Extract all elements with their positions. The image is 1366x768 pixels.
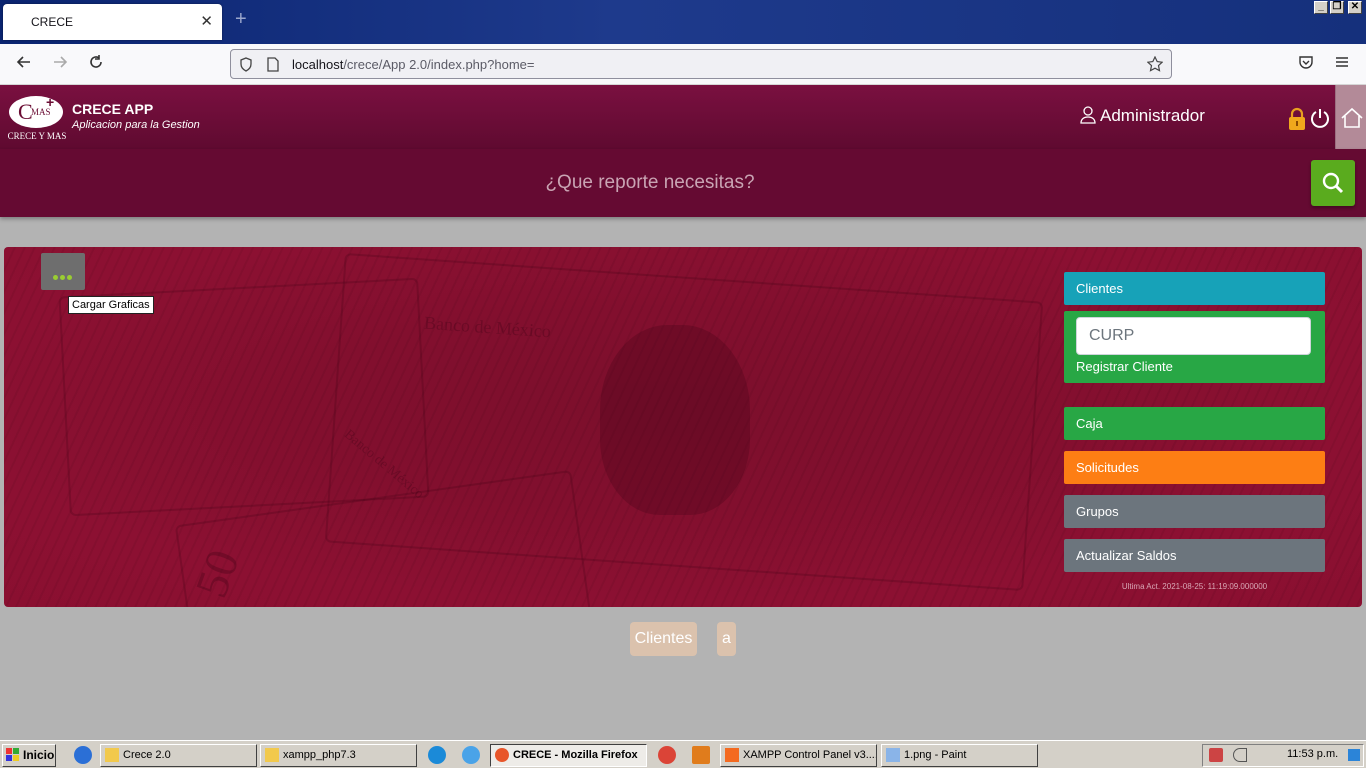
taskbar-item-xampp[interactable]: XAMPP Control Panel v3.... xyxy=(720,744,877,767)
sublime-icon[interactable] xyxy=(692,746,710,764)
page-info-icon[interactable] xyxy=(267,57,279,72)
report-search-input[interactable] xyxy=(300,165,1000,201)
windows-logo-icon xyxy=(6,748,19,761)
clientes-button[interactable]: Clientes xyxy=(1064,272,1325,305)
app-header: C MAS + CRECE Y MAS CRECE APP Aplicacion… xyxy=(0,85,1366,149)
restore-window-icon[interactable]: ❐ xyxy=(1330,1,1344,14)
power-icon[interactable] xyxy=(1311,108,1329,128)
forward-icon[interactable] xyxy=(48,53,72,77)
taskbar-item-xampp-folder[interactable]: xampp_php7.3 xyxy=(260,744,417,767)
logo-text: CRECE Y MAS xyxy=(7,131,67,141)
clock: 11:53 p.m. xyxy=(1287,748,1339,760)
taskbar-label: CRECE - Mozilla Firefox xyxy=(513,749,638,761)
register-client-panel: Registrar Cliente xyxy=(1064,311,1325,383)
system-tray: 11:53 p.m. xyxy=(1202,744,1364,767)
a-pill[interactable]: a xyxy=(717,622,736,656)
search-band xyxy=(0,149,1366,217)
volume-icon[interactable] xyxy=(1233,748,1247,762)
app-logo[interactable]: C MAS + CRECE Y MAS xyxy=(4,93,70,143)
logo-plus: + xyxy=(46,94,55,110)
show-desktop-icon[interactable] xyxy=(1348,749,1360,761)
chrome-icon[interactable] xyxy=(658,746,676,764)
clientes-pill[interactable]: Clientes xyxy=(630,622,697,656)
grupos-button[interactable]: Grupos xyxy=(1064,495,1325,528)
dashboard-banner: Banco de México Banco de México 50 Carga… xyxy=(4,247,1362,607)
start-label: Inicio xyxy=(23,748,55,762)
minimize-window-icon[interactable]: _ xyxy=(1314,1,1328,14)
app-subtitle: Aplicacion para la Gestion xyxy=(72,119,200,131)
url-text: localhost/crece/App 2.0/index.php?home= xyxy=(292,57,535,72)
firefox-dev-icon[interactable] xyxy=(462,746,480,764)
home-button[interactable] xyxy=(1335,85,1366,149)
folder-icon xyxy=(105,748,119,762)
user-icon xyxy=(1080,106,1096,124)
search-button[interactable] xyxy=(1311,160,1355,206)
taskbar-item-crece-folder[interactable]: Crece 2.0 xyxy=(100,744,257,767)
xampp-icon xyxy=(725,748,739,762)
pocket-icon[interactable] xyxy=(1294,53,1318,77)
url-bar[interactable]: localhost/crece/App 2.0/index.php?home= xyxy=(230,49,1172,79)
new-tab-button[interactable]: + xyxy=(235,8,247,31)
registrar-cliente-link[interactable]: Registrar Cliente xyxy=(1076,359,1173,374)
last-update-text: Ultima Act. 2021-08-25: 11:19:09.000000 xyxy=(1121,582,1268,591)
load-charts-tooltip: Cargar Graficas xyxy=(68,296,154,314)
paint-icon xyxy=(886,748,900,762)
shield-icon[interactable] xyxy=(239,57,253,72)
home-icon xyxy=(1341,107,1363,128)
start-button[interactable]: Inicio xyxy=(2,744,56,767)
internet-explorer-icon[interactable] xyxy=(74,746,92,764)
taskbar-item-paint[interactable]: 1.png - Paint xyxy=(881,744,1038,767)
app-title: CRECE APP xyxy=(72,101,154,117)
banknote-portrait xyxy=(600,325,750,515)
taskbar-label: XAMPP Control Panel v3.... xyxy=(743,749,877,761)
curp-input[interactable] xyxy=(1076,317,1311,355)
solicitudes-button[interactable]: Solicitudes xyxy=(1064,451,1325,484)
user-menu[interactable]: Administrador xyxy=(1080,106,1205,130)
browser-tab-crece[interactable]: CRECE ✕ xyxy=(3,4,222,40)
search-icon xyxy=(1322,172,1344,194)
back-icon[interactable] xyxy=(12,53,36,77)
firefox-icon xyxy=(495,748,509,762)
reload-icon[interactable] xyxy=(84,53,108,77)
caja-button[interactable]: Caja xyxy=(1064,407,1325,440)
taskbar-item-firefox[interactable]: CRECE - Mozilla Firefox xyxy=(490,744,647,767)
load-charts-button[interactable] xyxy=(41,253,85,290)
edge-icon[interactable] xyxy=(428,746,446,764)
bookmark-star-icon[interactable] xyxy=(1147,56,1163,72)
browser-titlebar: CRECE ✕ + _ ❐ ✕ xyxy=(0,0,1366,44)
taskbar-label: Crece 2.0 xyxy=(123,749,171,761)
lock-icon[interactable] xyxy=(1287,107,1307,131)
close-window-icon[interactable]: ✕ xyxy=(1348,1,1362,14)
tab-close-icon[interactable]: ✕ xyxy=(200,12,213,30)
security-tray-icon[interactable] xyxy=(1209,748,1223,762)
browser-navbar: localhost/crece/App 2.0/index.php?home= xyxy=(0,44,1366,85)
taskbar-label: xampp_php7.3 xyxy=(283,749,356,761)
actualizar-saldos-button[interactable]: Actualizar Saldos xyxy=(1064,539,1325,572)
user-name: Administrador xyxy=(1100,106,1205,125)
more-dots-icon xyxy=(53,267,74,285)
windows-taskbar: Inicio Crece 2.0 xampp_php7.3 CRECE - Mo… xyxy=(0,740,1366,768)
tab-title: CRECE xyxy=(31,15,74,29)
menu-hamburger-icon[interactable] xyxy=(1330,53,1354,77)
taskbar-label: 1.png - Paint xyxy=(904,749,967,761)
folder-icon xyxy=(265,748,279,762)
